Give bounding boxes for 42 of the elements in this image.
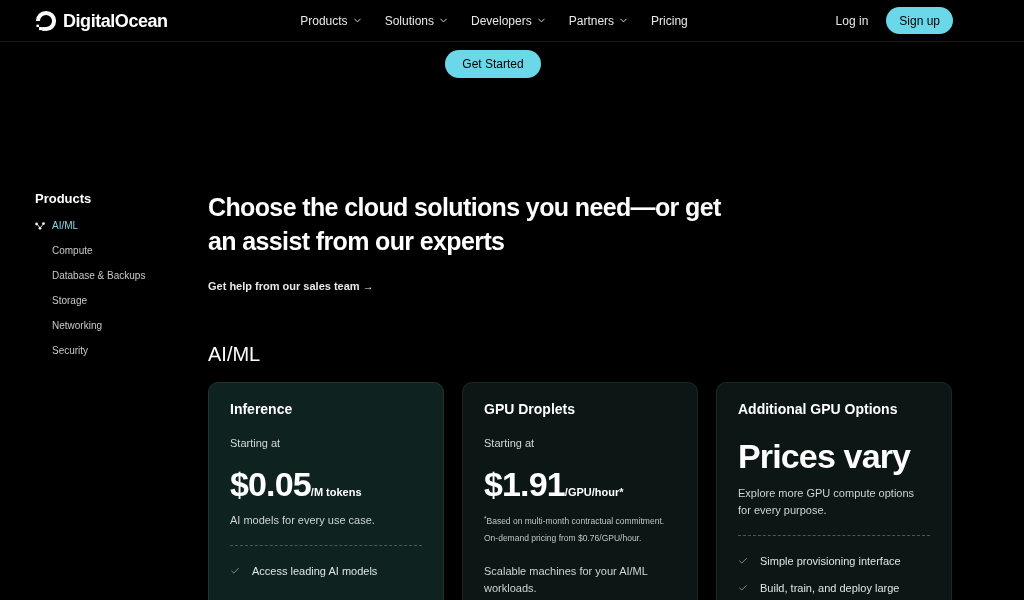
section-heading: AI/ML [208, 342, 261, 366]
footnote-text: $^{*}$Based on multi-month contractual commitment. [484, 513, 666, 528]
price-amount: $1.91 [484, 466, 565, 502]
check-icon [738, 583, 748, 593]
price-headline: Prices vary [738, 436, 912, 476]
card-title: GPU Droplets [484, 400, 576, 419]
sidebar-item[interactable]: Networking [35, 313, 208, 338]
price-unit: /M tokens [310, 486, 362, 498]
sales-link[interactable]: Get help from our sales team → [208, 279, 374, 293]
get-started-button[interactable]: Get Started [445, 50, 541, 78]
price-label: Starting at [230, 436, 282, 450]
nodes-icon [35, 221, 45, 230]
price-label: Starting at [484, 436, 536, 450]
nav-menu-item[interactable]: Solutions [384, 12, 449, 29]
feature-text: Access leading AI models [252, 564, 378, 579]
sidebar-heading: Products [35, 190, 93, 208]
sidebar-item[interactable]: AI/ML [35, 213, 208, 238]
feature-text: Build, train, and deploy large [760, 581, 900, 596]
nav-menu-item[interactable]: Developers [471, 12, 547, 29]
footnote-text: On-demand pricing from $0.76/GPU/hour. [484, 532, 643, 545]
card-title: Additional GPU Options [738, 400, 899, 419]
sidebar-item[interactable]: Storage [35, 288, 208, 313]
login-link[interactable]: Log in [835, 12, 869, 29]
logo-icon [35, 9, 57, 32]
logo-text[interactable]: DigitalOcean [63, 9, 168, 32]
check-icon [738, 556, 748, 566]
card-description: Scalable machines for your AI/ML workloads. [484, 564, 649, 596]
nav-menu-item[interactable]: Partners [568, 12, 630, 29]
signup-button[interactable]: Sign up [886, 7, 953, 34]
nav-menu-item[interactable]: Products [300, 12, 363, 29]
feature-text: Simple provisioning interface [760, 554, 901, 569]
price-amount: $0.05 [230, 466, 311, 502]
page-heading: Choose the cloud solutions you need—or get an assist from our experts [208, 192, 722, 257]
card-description: AI models for every use case. [230, 513, 376, 528]
card-description: Explore more GPU compute options for every purpose. [738, 486, 916, 518]
price-unit: /GPU/hour* [564, 486, 624, 498]
sidebar-item[interactable]: Security [35, 338, 208, 363]
nav-menu-item[interactable]: Pricing [651, 12, 688, 29]
sidebar-item[interactable]: Database & Backups [35, 263, 208, 288]
sidebar-item[interactable]: Compute [35, 238, 208, 263]
card-title: Inference [230, 400, 294, 419]
check-icon [230, 566, 240, 576]
